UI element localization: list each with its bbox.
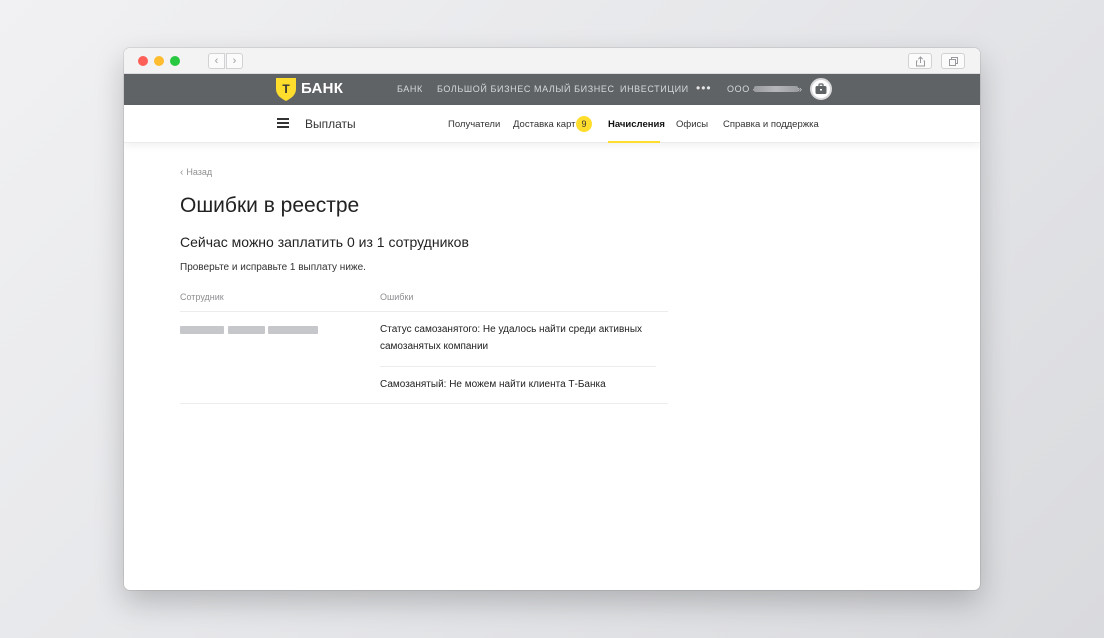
employee-name-redacted xyxy=(180,326,224,334)
tab-recipients[interactable]: Получатели xyxy=(448,119,500,130)
bank-top-navigation: Т БАНК БАНК БОЛЬШОЙ БИЗНЕС МАЛЫЙ БИЗНЕС … xyxy=(124,74,980,105)
tab-help-support[interactable]: Справка и поддержка xyxy=(723,119,819,130)
browser-window: ‹ › Т БАНК БАНК БОЛЬШОЙ БИЗНЕС МАЛЫЙ БИЗ… xyxy=(124,48,980,590)
tab-accruals[interactable]: Начисления xyxy=(608,119,665,130)
org-suffix: » xyxy=(797,84,803,94)
topnav-investments[interactable]: ИНВЕСТИЦИИ xyxy=(620,84,689,94)
logo-letter: Т xyxy=(282,82,290,96)
error-client-not-found: Самозанятый: Не можем найти клиента Т-Ба… xyxy=(380,379,606,390)
chevron-left-icon: ‹ xyxy=(180,167,184,178)
error-divider xyxy=(380,366,656,367)
topnav-bank[interactable]: БАНК xyxy=(397,84,423,94)
business-profile-button[interactable] xyxy=(810,78,832,100)
zoom-window-button[interactable] xyxy=(170,56,180,66)
employee-name-redacted xyxy=(228,326,265,334)
section-title[interactable]: Выплаты xyxy=(305,117,356,131)
browser-back-button[interactable]: ‹ xyxy=(208,53,225,69)
tab-offices[interactable]: Офисы xyxy=(676,119,708,130)
tabs-overview-button[interactable] xyxy=(941,53,965,69)
table-bottom-divider xyxy=(180,403,668,404)
minimize-window-button[interactable] xyxy=(154,56,164,66)
active-tab-indicator xyxy=(608,141,660,143)
card-delivery-count-badge: 9 xyxy=(576,116,592,132)
topnav-small-business[interactable]: МАЛЫЙ БИЗНЕС xyxy=(534,84,615,94)
column-header-errors: Ошибки xyxy=(380,292,414,302)
page-title: Ошибки в реестре xyxy=(180,194,360,217)
topnav-big-business[interactable]: БОЛЬШОЙ БИЗНЕС xyxy=(437,84,531,94)
browser-forward-button[interactable]: › xyxy=(226,53,243,69)
share-button[interactable] xyxy=(908,53,932,69)
organization-name-redacted xyxy=(754,86,798,92)
more-menu-button[interactable]: ••• xyxy=(696,81,712,95)
tbank-logo-icon[interactable]: Т xyxy=(275,77,297,102)
briefcase-icon xyxy=(815,83,827,94)
tab-card-delivery[interactable]: Доставка карт xyxy=(513,119,576,130)
error-self-employed-status: Статус самозанятого: Не удалось найти ср… xyxy=(380,324,643,352)
back-link[interactable]: ‹ Назад xyxy=(180,167,212,178)
payouts-subnavigation: Выплаты Получатели Доставка карт 9 Начис… xyxy=(124,105,980,143)
share-icon xyxy=(916,56,925,67)
logo-text[interactable]: БАНК xyxy=(301,80,343,97)
browser-toolbar: ‹ › xyxy=(124,48,980,74)
back-label: Назад xyxy=(186,167,213,177)
column-header-employee: Сотрудник xyxy=(180,292,224,302)
tabs-icon xyxy=(949,57,958,66)
hamburger-menu-icon[interactable] xyxy=(277,118,289,128)
employee-name-redacted xyxy=(268,326,318,334)
table-header-divider xyxy=(180,311,668,312)
fix-hint: Проверьте и исправьте 1 выплату ниже. xyxy=(180,262,366,273)
close-window-button[interactable] xyxy=(138,56,148,66)
payment-summary: Сейчас можно заплатить 0 из 1 сотруднико… xyxy=(180,234,469,250)
